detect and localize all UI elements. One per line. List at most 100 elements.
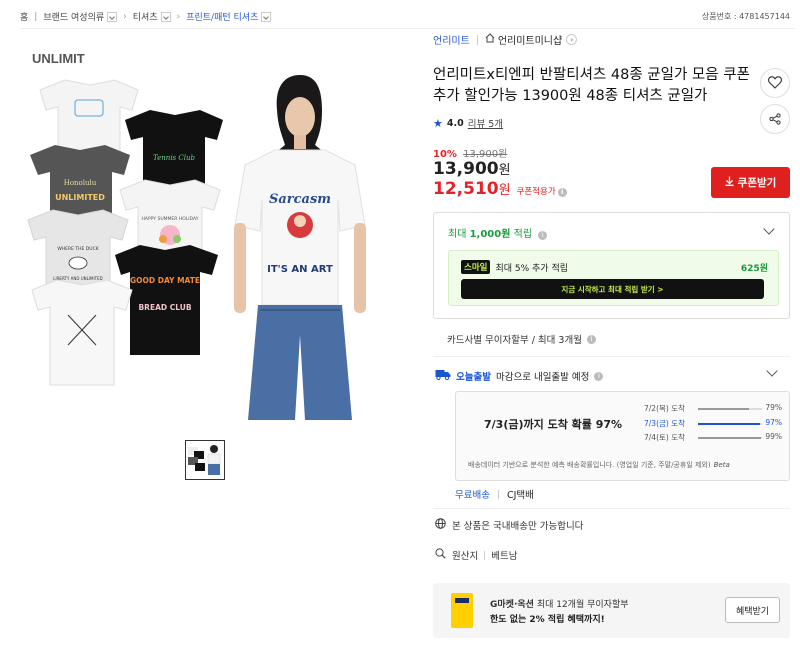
smile-club-banner: 스마일 최대 5% 추가 적립 625원 지금 시작하고 최대 적립 받기 >	[448, 250, 779, 306]
divider	[476, 34, 478, 45]
info-icon[interactable]: i	[557, 188, 567, 197]
product-image[interactable]: UNLIMIT Tennis Club Honolulu UNLIMITED H…	[20, 35, 415, 435]
delivery-note: 배송데이터 기반으로 분석한 예측 배송확률입니다. (영업일 기준, 주말/공…	[468, 460, 730, 470]
coupon-price: 12,510 원 쿠폰적용가 i	[433, 179, 567, 199]
max-points-amount: 1,000원	[469, 229, 511, 240]
coupon-price-label: 쿠폰적용가	[516, 187, 556, 197]
chevron-down-icon[interactable]	[763, 223, 775, 235]
breadcrumb-separator: ›	[123, 11, 127, 22]
origin-search-icon	[435, 548, 446, 562]
sale-price: 13,900원	[433, 159, 511, 179]
download-icon	[725, 176, 734, 189]
store-home-icon	[485, 33, 495, 46]
product-photo: UNLIMIT Tennis Club Honolulu UNLIMITED H…	[27, 51, 366, 420]
currency-unit: 원	[498, 183, 511, 198]
arrival-date: 7/2(목) 도착	[644, 404, 686, 413]
arrival-bar-fill	[698, 407, 749, 410]
breadcrumb: 홈 | 브랜드 여성의류 › 티셔츠 › 프린트/패턴 티셔츠	[20, 10, 272, 23]
currency-unit: 원	[498, 163, 511, 178]
arrival-percent: 79%	[765, 403, 782, 412]
breadcrumb-item-brand-womens[interactable]: 브랜드 여성의류	[43, 10, 104, 23]
today-ship-badge: 오늘출발	[456, 372, 491, 383]
store-link[interactable]: 언리미트미니샵	[498, 32, 562, 47]
arrival-bar-fill	[698, 422, 761, 425]
max-points-suffix: 적립	[513, 229, 533, 240]
breadcrumb-home[interactable]: 홈	[20, 10, 28, 23]
thumbnail-image[interactable]	[185, 440, 225, 480]
arrival-date: 7/4(토) 도착	[644, 433, 686, 442]
coupon-download-label: 쿠폰받기	[737, 177, 777, 189]
smile-club-text: 최대 5% 추가 적립	[495, 263, 569, 274]
points-box: 최대 1,000원 적립 i 스마일 최대 5% 추가 적립 625원 지금 시…	[433, 212, 790, 319]
shipping-info: 무료배송 CJ택배	[455, 487, 534, 501]
share-icon	[769, 110, 781, 129]
smile-club-amount: 625원	[740, 264, 768, 274]
arrival-row: 7/2(목) 도착 79%	[644, 403, 782, 414]
coupon-download-button[interactable]: 쿠폰받기	[711, 167, 790, 198]
arrival-percent: 97%	[765, 418, 782, 427]
truck-icon	[435, 369, 451, 383]
chevron-down-icon[interactable]	[160, 11, 171, 22]
divider	[433, 508, 790, 509]
divider	[433, 356, 790, 357]
star-icon: ★	[433, 116, 443, 130]
share-button[interactable]	[760, 104, 790, 134]
arrival-row: 7/3(금) 도착 97%	[644, 418, 782, 429]
max-points[interactable]: 최대 1,000원 적립 i	[448, 225, 548, 240]
shop-links: 언리미트 언리미트미니샵 ›	[433, 32, 578, 47]
origin: 원산지 베트남	[435, 548, 517, 562]
coupon-price-value: 12,510	[433, 179, 499, 199]
shirt-print: GOOD DAY MATE	[130, 276, 200, 285]
promo-line2: 한도 없는 2% 적립 혜택까지!	[490, 615, 605, 625]
breadcrumb-item-tshirts[interactable]: 티셔츠	[133, 10, 158, 23]
shirt-print: WHERE THE DUCK	[57, 246, 99, 252]
rating-score: 4.0	[446, 117, 464, 129]
chevron-right-icon[interactable]: ›	[566, 34, 578, 45]
delivery-header: 오늘출발 마감으로 내일출발 예정 i	[435, 369, 604, 383]
product-page: 홈 | 브랜드 여성의류 › 티셔츠 › 프린트/패턴 티셔츠 상품번호 : 4…	[0, 0, 800, 664]
delivery-probability-box: 7/3(금)까지 도착 확률 97% 7/2(목) 도착 79% 7/3(금) …	[455, 391, 790, 481]
info-icon[interactable]: i	[594, 371, 604, 381]
credit-card-icon	[451, 593, 473, 628]
card-promo-banner: G마켓·옥션 최대 12개월 무이자할부 한도 없는 2% 적립 혜택까지! 혜…	[433, 583, 790, 638]
breadcrumb-separator: ›	[176, 11, 181, 22]
divider	[484, 550, 486, 560]
chevron-down-icon[interactable]	[107, 11, 118, 22]
product-number: 상품번호 : 4781457144	[701, 12, 790, 21]
brand-link[interactable]: 언리미트	[433, 32, 470, 47]
model-shirt-print: Sarcasm	[269, 192, 331, 207]
wishlist-button[interactable]	[760, 68, 790, 98]
promo-installment: 최대 12개월 무이자할부	[536, 600, 629, 610]
card-installment-text: 카드사별 무이자할부 / 최대 3개월	[447, 335, 582, 346]
shirt-print: Honolulu	[64, 179, 97, 187]
max-points-label: 최대	[448, 229, 467, 240]
shirt-print: BREAD CLUB	[138, 303, 191, 312]
arrival-date: 7/3(금) 도착	[644, 419, 686, 428]
info-icon[interactable]: i	[586, 334, 596, 344]
shirt-print: HAPPY SUMMER HOLIDAY	[142, 216, 199, 222]
model-shirt-print: IT'S AN ART	[267, 264, 333, 275]
promo-line1: G마켓·옥션 최대 12개월 무이자할부	[490, 597, 629, 610]
heart-icon	[768, 74, 782, 93]
chevron-down-icon[interactable]	[766, 365, 778, 377]
origin-label: 원산지	[452, 551, 479, 562]
delivery-note-text: 배송데이터 기반으로 분석한 예측 배송확률입니다. (영업일 기준, 주말/공…	[468, 461, 711, 469]
info-icon[interactable]: i	[538, 231, 548, 240]
shirt-print: UNLIMITED	[55, 193, 105, 202]
breadcrumb-item-print-tshirts[interactable]: 프린트/패턴 티셔츠	[186, 10, 258, 23]
get-benefit-button[interactable]: 혜택받기	[725, 597, 780, 623]
divider	[20, 28, 795, 29]
shirt-collage: Tennis Club Honolulu UNLIMITED HAPPY SUM…	[27, 79, 223, 386]
smile-club-cta-button[interactable]: 지금 시작하고 최대 적립 받기 >	[461, 279, 764, 299]
origin-value: 베트남	[491, 551, 518, 562]
sale-price-value: 13,900	[433, 159, 499, 179]
free-shipping: 무료배송	[455, 490, 490, 501]
divider	[497, 489, 499, 499]
card-installment[interactable]: 카드사별 무이자할부 / 최대 3개월 i	[447, 332, 596, 346]
promo-brand: G마켓·옥션	[490, 600, 534, 610]
domestic-shipping: 본 상품은 국내배송만 가능합니다	[435, 518, 583, 532]
review-count-link[interactable]: 리뷰 5개	[468, 116, 503, 130]
arrival-percent: 99%	[765, 432, 782, 441]
chevron-down-icon[interactable]	[261, 11, 272, 22]
smile-club-badge: 스마일	[461, 260, 491, 274]
